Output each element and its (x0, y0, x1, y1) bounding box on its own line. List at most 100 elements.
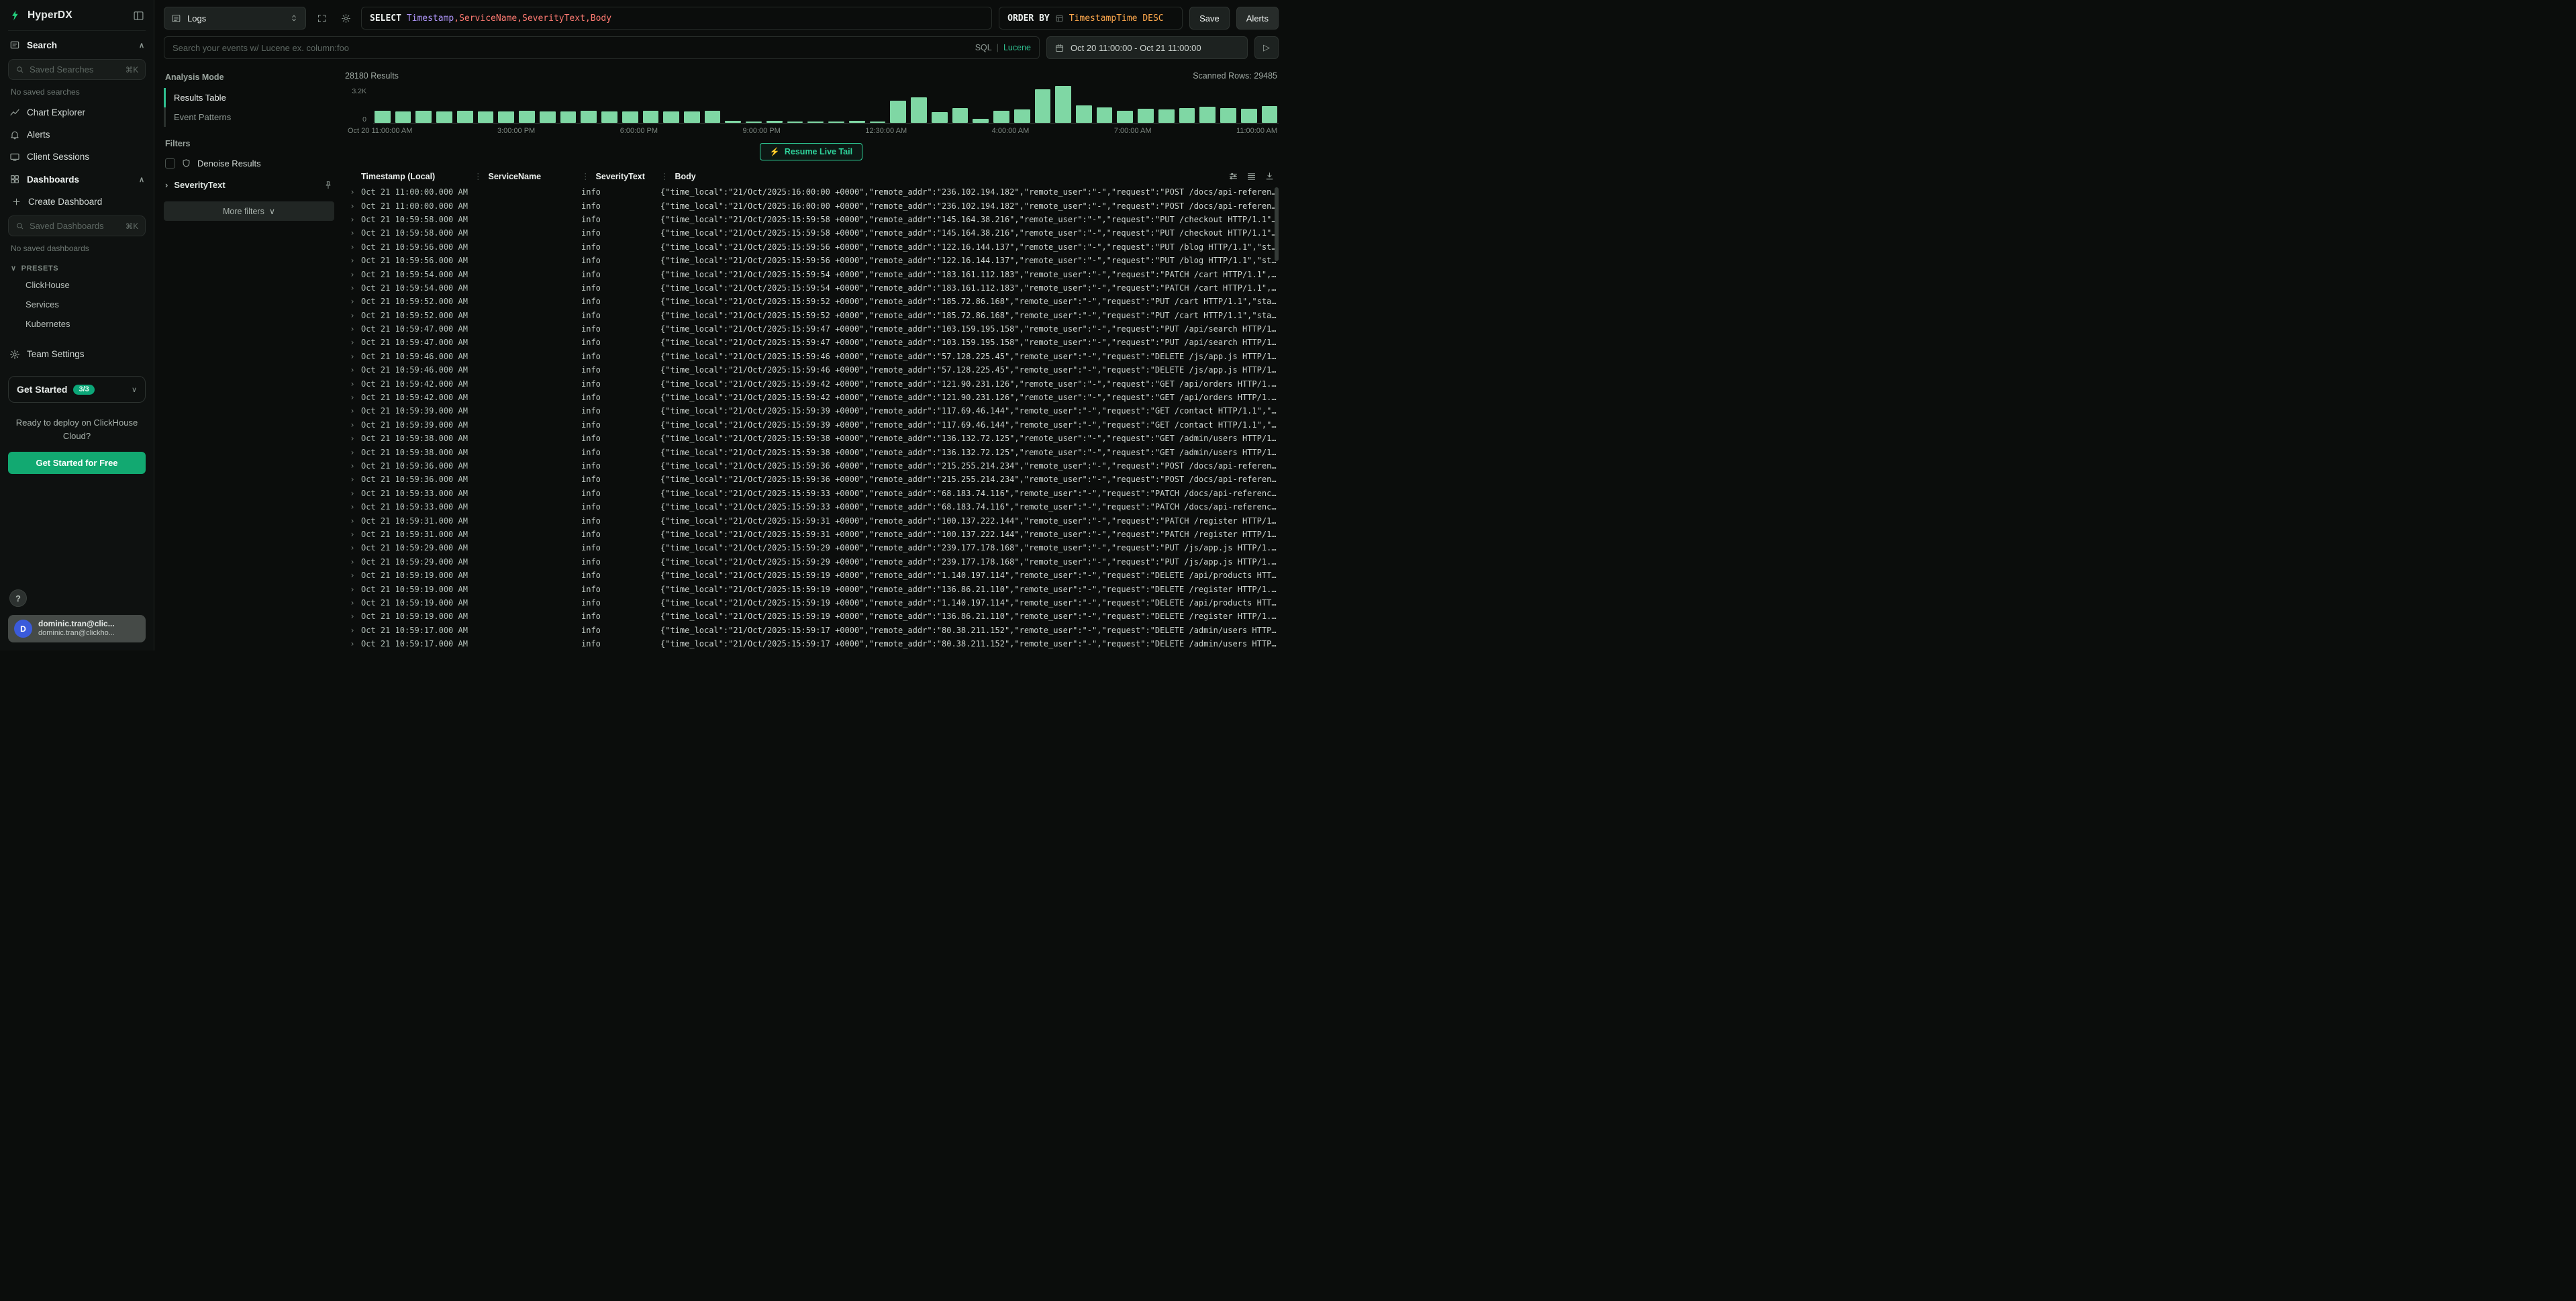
get-started-card[interactable]: Get Started 3/3 ∨ (8, 376, 146, 403)
histogram-bar[interactable] (519, 111, 535, 123)
histogram-bar[interactable] (1055, 86, 1071, 123)
histogram-bar[interactable] (1179, 108, 1195, 123)
table-row[interactable]: ›Oct 21 10:59:39.000 AMinfo{"time_local"… (344, 418, 1279, 432)
row-expand-icon[interactable]: › (344, 571, 361, 580)
sidebar-section-search[interactable]: Search ∧ (8, 31, 146, 56)
toggle-lucene[interactable]: Lucene (1003, 43, 1031, 52)
table-row[interactable]: ›Oct 21 10:59:58.000 AMinfo{"time_local"… (344, 226, 1279, 240)
table-scrollbar[interactable] (1275, 187, 1279, 261)
toggle-sql[interactable]: SQL (975, 43, 992, 52)
sidebar-item-chart-explorer[interactable]: Chart Explorer (8, 101, 146, 124)
table-row[interactable]: ›Oct 21 10:59:52.000 AMinfo{"time_local"… (344, 295, 1279, 308)
row-expand-icon[interactable]: › (344, 557, 361, 567)
histogram-bar[interactable] (1035, 89, 1051, 123)
date-range-picker[interactable]: Oct 20 11:00:00 - Oct 21 11:00:00 (1046, 36, 1248, 59)
user-menu[interactable]: D dominic.tran@clic... dominic.tran@clic… (8, 615, 146, 642)
download-icon[interactable] (1265, 171, 1275, 181)
resume-live-tail-button[interactable]: ⚡ Resume Live Tail (760, 143, 862, 160)
table-row[interactable]: ›Oct 21 10:59:56.000 AMinfo{"time_local"… (344, 240, 1279, 254)
table-row[interactable]: ›Oct 21 10:59:19.000 AMinfo{"time_local"… (344, 596, 1279, 610)
row-expand-icon[interactable]: › (344, 215, 361, 224)
row-expand-icon[interactable]: › (344, 187, 361, 197)
histogram-bar[interactable] (581, 111, 597, 123)
row-expand-icon[interactable]: › (344, 324, 361, 334)
chevron-down-icon[interactable]: ∨ (132, 385, 137, 394)
histogram-bar[interactable] (1220, 108, 1236, 123)
table-row[interactable]: ›Oct 21 10:59:38.000 AMinfo{"time_local"… (344, 432, 1279, 445)
row-expand-icon[interactable]: › (344, 201, 361, 211)
histogram-bar[interactable] (705, 111, 721, 123)
histogram-bar[interactable] (890, 101, 906, 123)
table-row[interactable]: ›Oct 21 10:59:56.000 AMinfo{"time_local"… (344, 254, 1279, 267)
histogram-bar[interactable] (540, 111, 556, 123)
row-expand-icon[interactable]: › (344, 502, 361, 512)
histogram-bar[interactable] (911, 97, 927, 123)
row-expand-icon[interactable]: › (344, 338, 361, 347)
histogram-bar[interactable] (849, 121, 865, 123)
histogram-bar[interactable] (643, 111, 659, 123)
table-row[interactable]: ›Oct 21 10:59:33.000 AMinfo{"time_local"… (344, 500, 1279, 514)
histogram-bar[interactable] (828, 122, 844, 123)
table-row[interactable]: ›Oct 21 10:59:47.000 AMinfo{"time_local"… (344, 336, 1279, 349)
histogram-bar[interactable] (478, 111, 494, 123)
row-expand-icon[interactable]: › (344, 516, 361, 526)
facet-severitytext[interactable]: › SeverityText (164, 173, 334, 197)
table-row[interactable]: ›Oct 21 10:59:19.000 AMinfo{"time_local"… (344, 582, 1279, 595)
lucene-search-input[interactable]: Search your events w/ Lucene ex. column:… (164, 36, 1040, 59)
row-expand-icon[interactable]: › (344, 448, 361, 457)
table-row[interactable]: ›Oct 21 10:59:33.000 AMinfo{"time_local"… (344, 487, 1279, 500)
histogram-bar[interactable] (1138, 109, 1154, 123)
header-timestamp[interactable]: Timestamp (Local) (361, 172, 474, 181)
row-expand-icon[interactable]: › (344, 311, 361, 320)
expand-query-icon-button[interactable] (313, 7, 330, 30)
table-row[interactable]: ›Oct 21 10:59:54.000 AMinfo{"time_local"… (344, 267, 1279, 281)
table-row[interactable]: ›Oct 21 10:59:36.000 AMinfo{"time_local"… (344, 473, 1279, 486)
table-row[interactable]: ›Oct 21 10:59:38.000 AMinfo{"time_local"… (344, 445, 1279, 459)
sidebar-item-client-sessions[interactable]: Client Sessions (8, 146, 146, 168)
header-servicename[interactable]: ⋮ServiceName (474, 171, 581, 181)
order-by-input[interactable]: ORDER BY TimestampTime DESC (999, 7, 1183, 30)
table-row[interactable]: ›Oct 21 10:59:42.000 AMinfo{"time_local"… (344, 377, 1279, 390)
preset-item-clickhouse[interactable]: ClickHouse (8, 275, 146, 295)
histogram-bar[interactable] (932, 112, 948, 123)
histogram-bar[interactable] (746, 122, 762, 123)
histogram-bar[interactable] (375, 111, 391, 123)
histogram-bar[interactable] (870, 122, 886, 123)
histogram-bar[interactable] (395, 111, 411, 123)
mode-results-table[interactable]: Results Table (164, 88, 334, 107)
row-expand-icon[interactable]: › (344, 393, 361, 402)
row-expand-icon[interactable]: › (344, 639, 361, 648)
save-button[interactable]: Save (1189, 7, 1230, 30)
table-row[interactable]: ›Oct 21 10:59:29.000 AMinfo{"time_local"… (344, 541, 1279, 555)
table-row[interactable]: ›Oct 21 10:59:29.000 AMinfo{"time_local"… (344, 555, 1279, 569)
table-row[interactable]: ›Oct 21 10:59:46.000 AMinfo{"time_local"… (344, 363, 1279, 377)
row-expand-icon[interactable]: › (344, 270, 361, 279)
histogram-bar[interactable] (973, 119, 989, 123)
preset-item-services[interactable]: Services (8, 295, 146, 314)
table-settings-icon[interactable] (1228, 171, 1238, 181)
histogram-bar[interactable] (1199, 107, 1216, 123)
header-body[interactable]: ⋮Body (660, 171, 1220, 181)
table-row[interactable]: ›Oct 21 11:00:00.000 AMinfo{"time_local"… (344, 199, 1279, 212)
row-expand-icon[interactable]: › (344, 461, 361, 471)
table-row[interactable]: ›Oct 21 10:59:36.000 AMinfo{"time_local"… (344, 459, 1279, 473)
mode-event-patterns[interactable]: Event Patterns (164, 107, 334, 127)
row-expand-icon[interactable]: › (344, 612, 361, 621)
table-row[interactable]: ›Oct 21 10:59:19.000 AMinfo{"time_local"… (344, 610, 1279, 623)
table-row[interactable]: ›Oct 21 10:59:19.000 AMinfo{"time_local"… (344, 569, 1279, 582)
histogram-bar[interactable] (1262, 106, 1278, 123)
row-expand-icon[interactable]: › (344, 352, 361, 361)
histogram-bar[interactable] (560, 111, 577, 123)
chevron-up-icon[interactable]: ∧ (139, 41, 144, 50)
help-button[interactable]: ? (9, 589, 27, 607)
source-select[interactable]: Logs (164, 7, 306, 30)
row-expand-icon[interactable]: › (344, 379, 361, 389)
histogram-bar[interactable] (498, 111, 514, 123)
histogram-bar[interactable] (1117, 111, 1133, 123)
row-expand-icon[interactable]: › (344, 489, 361, 498)
row-expand-icon[interactable]: › (344, 530, 361, 539)
histogram-bar[interactable] (1241, 109, 1257, 123)
histogram-bar[interactable] (952, 108, 969, 123)
table-row[interactable]: ›Oct 21 10:59:31.000 AMinfo{"time_local"… (344, 514, 1279, 527)
more-filters-button[interactable]: More filters ∨ (164, 201, 334, 221)
